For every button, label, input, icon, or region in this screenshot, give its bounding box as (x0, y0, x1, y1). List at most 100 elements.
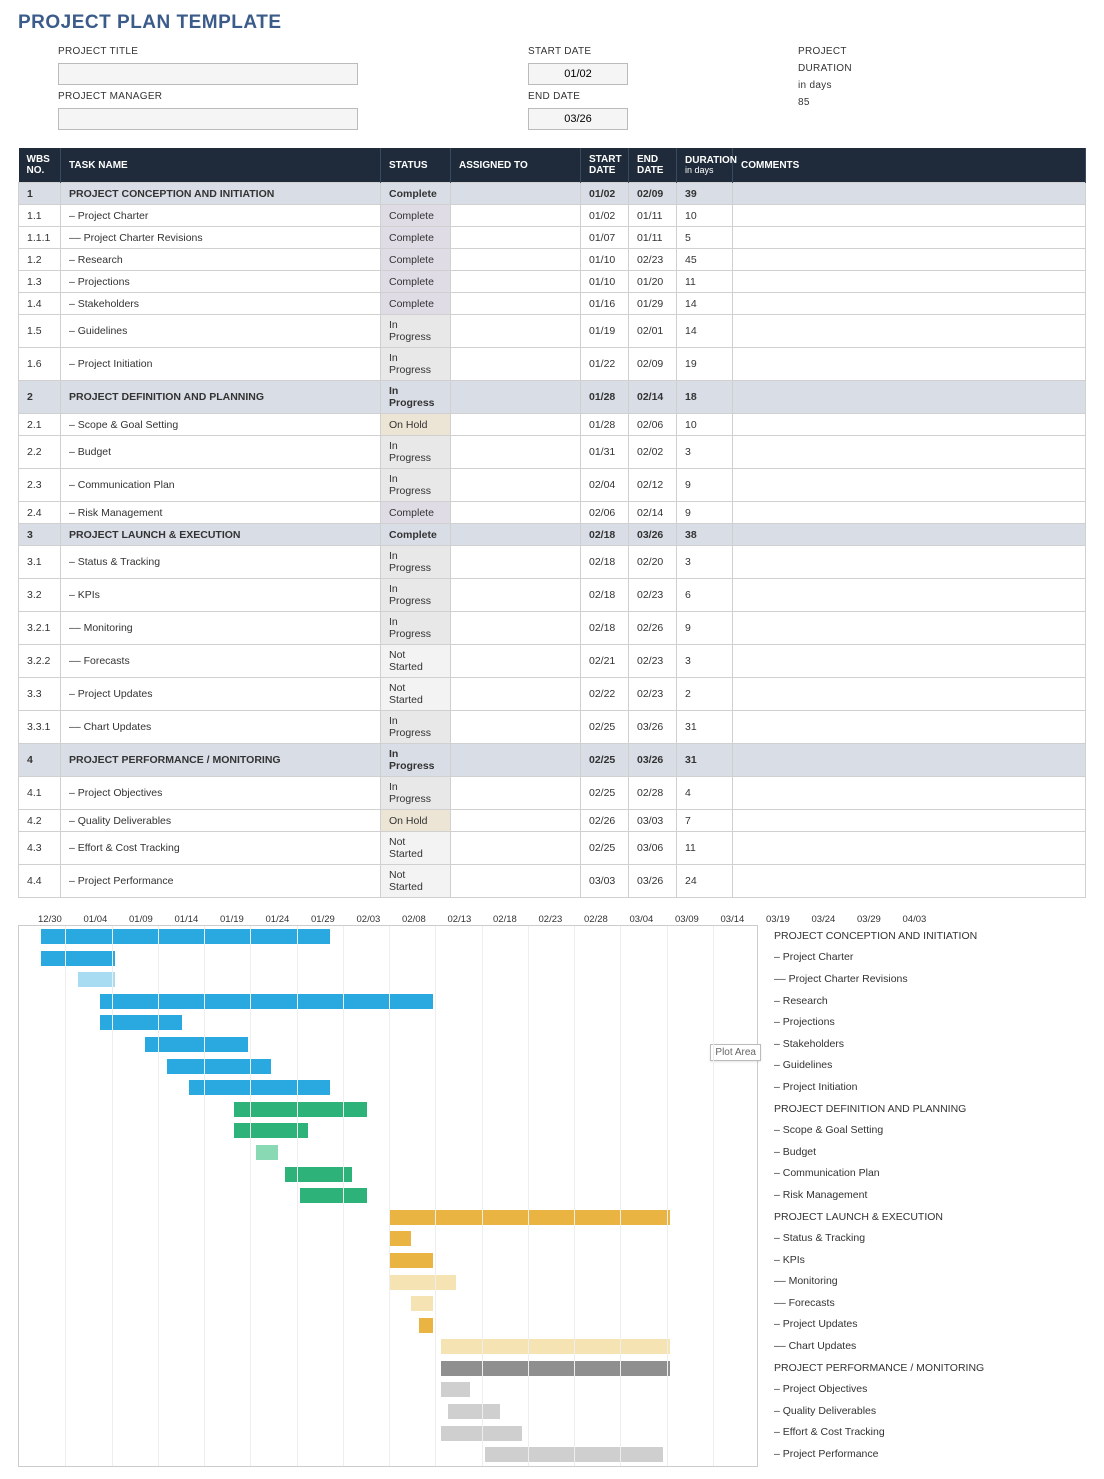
table-row[interactable]: 1.2– ResearchComplete01/1002/2345 (19, 249, 1086, 271)
table-row[interactable]: 3.2.2–– ForecastsNot Started02/2102/233 (19, 645, 1086, 678)
table-row[interactable]: 3.2.1–– MonitoringIn Progress02/1802/269 (19, 612, 1086, 645)
table-row[interactable]: 2.1– Scope & Goal SettingOn Hold01/2802/… (19, 414, 1086, 436)
cell-assigned[interactable] (451, 249, 581, 271)
cell-assigned[interactable] (451, 546, 581, 579)
table-row[interactable]: 4.2– Quality DeliverablesOn Hold02/2603/… (19, 810, 1086, 832)
cell-assigned[interactable] (451, 436, 581, 469)
cell-comments[interactable] (733, 271, 1086, 293)
cell-assigned[interactable] (451, 227, 581, 249)
cell-comments[interactable] (733, 777, 1086, 810)
cell-comments[interactable] (733, 502, 1086, 524)
cell-status[interactable]: In Progress (381, 381, 451, 414)
cell-assigned[interactable] (451, 777, 581, 810)
cell-status[interactable]: Complete (381, 249, 451, 271)
table-row[interactable]: 1.4– StakeholdersComplete01/1601/2914 (19, 293, 1086, 315)
cell-status[interactable]: In Progress (381, 546, 451, 579)
cell-assigned[interactable] (451, 744, 581, 777)
cell-comments[interactable] (733, 348, 1086, 381)
table-row[interactable]: 1.3– ProjectionsComplete01/1001/2011 (19, 271, 1086, 293)
cell-comments[interactable] (733, 832, 1086, 865)
table-row[interactable]: 1.5– GuidelinesIn Progress01/1902/0114 (19, 315, 1086, 348)
cell-assigned[interactable] (451, 469, 581, 502)
table-row[interactable]: 1PROJECT CONCEPTION AND INITIATIONComple… (19, 183, 1086, 205)
cell-assigned[interactable] (451, 381, 581, 414)
table-row[interactable]: 2PROJECT DEFINITION AND PLANNINGIn Progr… (19, 381, 1086, 414)
table-row[interactable]: 3PROJECT LAUNCH & EXECUTIONComplete02/18… (19, 524, 1086, 546)
cell-status[interactable]: In Progress (381, 315, 451, 348)
cell-assigned[interactable] (451, 678, 581, 711)
cell-assigned[interactable] (451, 645, 581, 678)
table-row[interactable]: 2.4– Risk ManagementComplete02/0602/149 (19, 502, 1086, 524)
cell-comments[interactable] (733, 414, 1086, 436)
cell-comments[interactable] (733, 579, 1086, 612)
table-row[interactable]: 4.4– Project PerformanceNot Started03/03… (19, 865, 1086, 898)
table-row[interactable]: 3.1– Status & TrackingIn Progress02/1802… (19, 546, 1086, 579)
cell-status[interactable]: Not Started (381, 678, 451, 711)
table-row[interactable]: 2.2– BudgetIn Progress01/3102/023 (19, 436, 1086, 469)
table-row[interactable]: 3.3– Project UpdatesNot Started02/2202/2… (19, 678, 1086, 711)
cell-status[interactable]: Complete (381, 524, 451, 546)
cell-status[interactable]: In Progress (381, 436, 451, 469)
cell-status[interactable]: In Progress (381, 711, 451, 744)
table-row[interactable]: 3.2– KPIsIn Progress02/1802/236 (19, 579, 1086, 612)
cell-comments[interactable] (733, 645, 1086, 678)
cell-assigned[interactable] (451, 612, 581, 645)
cell-status[interactable]: In Progress (381, 579, 451, 612)
cell-status[interactable]: In Progress (381, 612, 451, 645)
cell-status[interactable]: In Progress (381, 777, 451, 810)
cell-assigned[interactable] (451, 414, 581, 436)
cell-comments[interactable] (733, 524, 1086, 546)
cell-assigned[interactable] (451, 315, 581, 348)
cell-comments[interactable] (733, 612, 1086, 645)
cell-comments[interactable] (733, 810, 1086, 832)
cell-status[interactable]: In Progress (381, 469, 451, 502)
table-row[interactable]: 1.1– Project CharterComplete01/0201/1110 (19, 205, 1086, 227)
cell-assigned[interactable] (451, 524, 581, 546)
cell-status[interactable]: On Hold (381, 810, 451, 832)
cell-comments[interactable] (733, 711, 1086, 744)
project-title-input[interactable] (58, 63, 358, 85)
cell-assigned[interactable] (451, 579, 581, 612)
end-date-input[interactable] (528, 108, 628, 130)
cell-assigned[interactable] (451, 205, 581, 227)
cell-status[interactable]: Not Started (381, 832, 451, 865)
table-row[interactable]: 2.3– Communication PlanIn Progress02/040… (19, 469, 1086, 502)
cell-comments[interactable] (733, 678, 1086, 711)
cell-assigned[interactable] (451, 865, 581, 898)
table-row[interactable]: 1.6– Project InitiationIn Progress01/220… (19, 348, 1086, 381)
cell-status[interactable]: Complete (381, 271, 451, 293)
cell-status[interactable]: In Progress (381, 744, 451, 777)
cell-assigned[interactable] (451, 271, 581, 293)
cell-status[interactable]: On Hold (381, 414, 451, 436)
cell-assigned[interactable] (451, 502, 581, 524)
table-row[interactable]: 4.3– Effort & Cost TrackingNot Started02… (19, 832, 1086, 865)
cell-status[interactable]: Not Started (381, 865, 451, 898)
table-row[interactable]: 4.1– Project ObjectivesIn Progress02/250… (19, 777, 1086, 810)
start-date-input[interactable] (528, 63, 628, 85)
cell-comments[interactable] (733, 469, 1086, 502)
cell-assigned[interactable] (451, 810, 581, 832)
cell-comments[interactable] (733, 315, 1086, 348)
cell-comments[interactable] (733, 249, 1086, 271)
cell-assigned[interactable] (451, 348, 581, 381)
cell-comments[interactable] (733, 546, 1086, 579)
project-manager-input[interactable] (58, 108, 358, 130)
cell-status[interactable]: Complete (381, 227, 451, 249)
cell-comments[interactable] (733, 183, 1086, 205)
table-row[interactable]: 1.1.1–– Project Charter RevisionsComplet… (19, 227, 1086, 249)
cell-assigned[interactable] (451, 293, 581, 315)
cell-comments[interactable] (733, 205, 1086, 227)
cell-assigned[interactable] (451, 832, 581, 865)
cell-comments[interactable] (733, 744, 1086, 777)
table-row[interactable]: 4PROJECT PERFORMANCE / MONITORINGIn Prog… (19, 744, 1086, 777)
cell-assigned[interactable] (451, 183, 581, 205)
cell-comments[interactable] (733, 865, 1086, 898)
cell-assigned[interactable] (451, 711, 581, 744)
cell-comments[interactable] (733, 381, 1086, 414)
cell-comments[interactable] (733, 227, 1086, 249)
table-row[interactable]: 3.3.1–– Chart UpdatesIn Progress02/2503/… (19, 711, 1086, 744)
cell-status[interactable]: In Progress (381, 348, 451, 381)
cell-status[interactable]: Complete (381, 502, 451, 524)
cell-status[interactable]: Complete (381, 183, 451, 205)
cell-comments[interactable] (733, 293, 1086, 315)
